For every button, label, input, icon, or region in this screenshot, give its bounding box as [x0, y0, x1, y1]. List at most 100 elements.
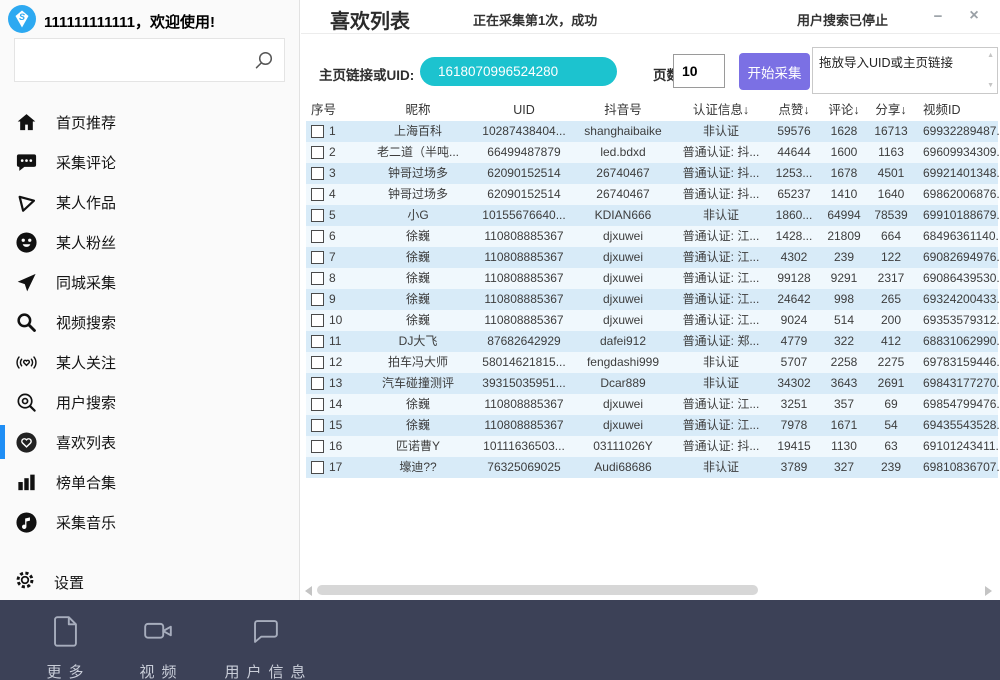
sidebar-item-label: 榜单合集 — [56, 472, 116, 493]
col-header-comments[interactable]: 评论↓ — [821, 100, 867, 121]
cell-shares: 4501 — [867, 163, 915, 184]
close-button[interactable]: × — [962, 4, 986, 28]
sidebar-item-label: 同城采集 — [56, 272, 116, 293]
row-checkbox[interactable] — [311, 146, 324, 159]
table-row[interactable]: 3 钟哥过场多 62090152514 26740467 普通认证: 抖... … — [306, 163, 998, 184]
cell-shares: 664 — [867, 226, 915, 247]
col-header-seq: 序号 — [306, 100, 359, 121]
table-row[interactable]: 13 汽车碰撞测评 39315035951... Dcar889 非认证 343… — [306, 373, 998, 394]
row-checkbox[interactable] — [311, 209, 324, 222]
col-header-likes[interactable]: 点赞↓ — [767, 100, 821, 121]
table-row[interactable]: 14 徐巍 110808885367 djxuwei 普通认证: 江... 32… — [306, 394, 998, 415]
table-row[interactable]: 17 壕迪?? 76325069025 Audi68686 非认证 3789 3… — [306, 457, 998, 478]
cell-shares: 2691 — [867, 373, 915, 394]
sidebar-item-collect-comments[interactable]: 采集评论 — [0, 142, 300, 182]
row-checkbox[interactable] — [311, 398, 324, 411]
sidebar-item-label: 某人作品 — [56, 192, 116, 213]
uid-dropzone[interactable]: 拖放导入UID或主页链接 ▲ ▼ — [812, 47, 998, 94]
dock-item-video[interactable]: 视频 — [123, 612, 193, 680]
row-checkbox[interactable] — [311, 440, 324, 453]
search-icon — [14, 310, 38, 334]
scroll-down-icon[interactable]: ▼ — [987, 82, 994, 89]
row-checkbox[interactable] — [311, 419, 324, 432]
comment-icon — [14, 150, 38, 174]
table-row[interactable]: 4 钟哥过场多 62090152514 26740467 普通认证: 抖... … — [306, 184, 998, 205]
sidebar-item-ranking-collection[interactable]: 榜单合集 — [0, 462, 300, 502]
pages-input[interactable] — [673, 54, 725, 88]
start-collect-button[interactable]: 开始采集 — [739, 53, 810, 90]
sidebar-search-box[interactable] — [14, 38, 285, 82]
sidebar: S 111111111111，欢迎使用! 首页推荐 — [0, 0, 300, 600]
table-row[interactable]: 12 拍车冯大师 58014621815... fengdashi999 非认证… — [306, 352, 998, 373]
sidebar-search-input[interactable] — [23, 43, 247, 79]
row-checkbox[interactable] — [311, 461, 324, 474]
cell-douyin: fengdashi999 — [571, 352, 675, 373]
table-row[interactable]: 10 徐巍 110808885367 djxuwei 普通认证: 江... 90… — [306, 310, 998, 331]
sidebar-item-user-fans[interactable]: 某人粉丝 — [0, 222, 300, 262]
cell-seq: 15 — [329, 415, 342, 436]
sidebar-item-video-search[interactable]: 视频搜索 — [0, 302, 300, 342]
table-row[interactable]: 5 小G 10155676640... KDIAN666 非认证 1860...… — [306, 205, 998, 226]
sidebar-item-user-follows[interactable]: 某人关注 — [0, 342, 300, 382]
table-row[interactable]: 1 上海百科 10287438404... shanghaibaike 非认证 … — [306, 121, 998, 142]
search-icon[interactable] — [252, 50, 274, 77]
row-checkbox[interactable] — [311, 335, 324, 348]
cell-comments: 1130 — [821, 436, 867, 457]
dock-item-user-info[interactable]: 用户信息 — [205, 612, 325, 680]
sidebar-item-like-list[interactable]: 喜欢列表 — [0, 422, 300, 462]
sidebar-item-label: 设置 — [54, 572, 84, 593]
hscroll-right-arrow-icon[interactable] — [985, 586, 992, 596]
row-checkbox[interactable] — [311, 230, 324, 243]
table-row[interactable]: 15 徐巍 110808885367 djxuwei 普通认证: 江... 79… — [306, 415, 998, 436]
table-row[interactable]: 16 匹诺曹Y 10111636503... 03111026Y 普通认证: 抖… — [306, 436, 998, 457]
cell-comments: 21809 — [821, 226, 867, 247]
cell-likes: 24642 — [767, 289, 821, 310]
cell-cert: 普通认证: 江... — [675, 289, 767, 310]
cell-shares: 63 — [867, 436, 915, 457]
table-row[interactable]: 11 DJ大飞 87682642929 dafei912 普通认证: 郑... … — [306, 331, 998, 352]
row-checkbox[interactable] — [311, 272, 324, 285]
cell-shares: 2275 — [867, 352, 915, 373]
scroll-up-icon[interactable]: ▲ — [987, 52, 994, 59]
cell-douyin: 03111026Y — [571, 436, 675, 457]
row-checkbox[interactable] — [311, 251, 324, 264]
sidebar-item-user-search[interactable]: 用户搜索 — [0, 382, 300, 422]
table-row[interactable]: 7 徐巍 110808885367 djxuwei 普通认证: 江... 430… — [306, 247, 998, 268]
row-checkbox[interactable] — [311, 356, 324, 369]
row-checkbox[interactable] — [311, 377, 324, 390]
sidebar-item-settings[interactable]: 设置 — [0, 562, 314, 602]
hscroll-thumb[interactable] — [317, 585, 758, 595]
cell-nickname: 钟哥过场多 — [359, 163, 477, 184]
uid-input[interactable] — [420, 57, 617, 86]
sidebar-item-home-recommend[interactable]: 首页推荐 — [0, 102, 300, 142]
sidebar-item-user-works[interactable]: 某人作品 — [0, 182, 300, 222]
sidebar-item-collect-music[interactable]: 采集音乐 — [0, 502, 300, 542]
row-checkbox[interactable] — [311, 125, 324, 138]
minimize-button[interactable]: − — [926, 4, 950, 28]
table-row[interactable]: 8 徐巍 110808885367 djxuwei 普通认证: 江... 991… — [306, 268, 998, 289]
row-checkbox[interactable] — [311, 314, 324, 327]
dock-item-more[interactable]: 更多 — [30, 612, 100, 680]
cell-cert: 普通认证: 江... — [675, 226, 767, 247]
cell-videoid: 69932289487. — [915, 121, 1000, 142]
cell-seq: 9 — [329, 289, 336, 310]
table-row[interactable]: 9 徐巍 110808885367 djxuwei 普通认证: 江... 246… — [306, 289, 998, 310]
cell-uid: 76325069025 — [477, 457, 571, 478]
row-checkbox[interactable] — [311, 293, 324, 306]
table-row[interactable]: 6 徐巍 110808885367 djxuwei 普通认证: 江... 142… — [306, 226, 998, 247]
navigation-icon — [14, 270, 38, 294]
row-checkbox[interactable] — [311, 167, 324, 180]
table-row[interactable]: 2 老二道（半吨... 66499487879 led.bdxd 普通认证: 抖… — [306, 142, 998, 163]
row-checkbox[interactable] — [311, 188, 324, 201]
col-header-cert[interactable]: 认证信息↓ — [675, 100, 767, 121]
col-header-shares[interactable]: 分享↓ — [867, 100, 915, 121]
cell-comments: 1600 — [821, 142, 867, 163]
bottom-dock: 更多 视频 用户信息 — [0, 600, 1000, 680]
sidebar-item-city-collect[interactable]: 同城采集 — [0, 262, 300, 302]
hscroll-left-arrow-icon[interactable] — [305, 586, 312, 596]
cell-likes: 44644 — [767, 142, 821, 163]
cell-likes: 1428... — [767, 226, 821, 247]
cell-comments: 3643 — [821, 373, 867, 394]
cell-likes: 59576 — [767, 121, 821, 142]
cell-shares: 239 — [867, 457, 915, 478]
